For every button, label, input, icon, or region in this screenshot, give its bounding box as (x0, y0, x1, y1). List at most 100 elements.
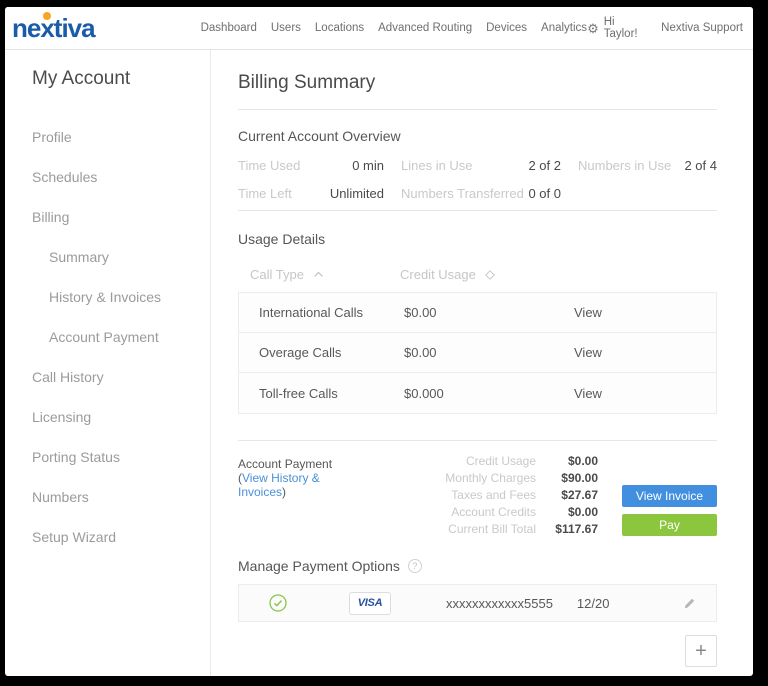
account-payment-text: Account Payment (238, 457, 333, 471)
sidebar-item-account-payment[interactable]: Account Payment (5, 317, 210, 357)
call-type-cell: Overage Calls (259, 345, 342, 360)
divider (238, 440, 717, 441)
view-link[interactable]: View (574, 305, 602, 320)
nav-users[interactable]: Users (271, 22, 301, 34)
credit-usage-cell: $0.00 (404, 305, 437, 320)
call-type-cell: Toll-free Calls (259, 385, 338, 401)
pay-button[interactable]: Pay (622, 514, 717, 536)
page-body: My Account Profile Schedules Billing Sum… (5, 50, 753, 676)
sidebar: My Account Profile Schedules Billing Sum… (5, 50, 211, 676)
credit-usage-cell: $0.000 (404, 385, 444, 401)
account-payment-section: Account Payment (View History & Invoices… (238, 455, 717, 536)
top-nav-links: Dashboard Users Locations Advanced Routi… (201, 22, 587, 34)
credit-usage-cell: $0.00 (404, 345, 437, 360)
top-right-group: ⚙ Hi Taylor! Nextiva Support (587, 16, 743, 40)
nextiva-logo-text: nextiva (12, 13, 96, 43)
sidebar-item-licensing[interactable]: Licensing (5, 397, 210, 437)
sidebar-item-numbers[interactable]: Numbers (5, 477, 210, 517)
billing-line-value: $117.67 (555, 522, 598, 536)
sort-ascending-icon (314, 271, 323, 277)
stat-time-used: Time Used 0 min (238, 157, 384, 174)
sidebar-item-billing[interactable]: Billing (5, 197, 210, 237)
sort-call-type[interactable]: Call Type (250, 267, 400, 282)
payment-buttons: View Invoice Pay (622, 455, 717, 536)
billing-line-label: Monthly Charges (445, 471, 536, 485)
table-row-overage-calls: Overage Calls $0.00 View (239, 333, 716, 373)
divider (238, 210, 717, 211)
view-link[interactable]: View (574, 386, 602, 401)
billing-totals: Credit Usage $0.00 Monthly Charges $90.0… (356, 455, 598, 536)
sidebar-item-setup-wizard[interactable]: Setup Wizard (5, 517, 210, 557)
sidebar-item-profile[interactable]: Profile (5, 117, 210, 157)
overview-heading: Current Account Overview (238, 128, 401, 144)
billing-line-value: $27.67 (561, 488, 598, 502)
sort-diamond-icon (484, 269, 495, 280)
user-menu[interactable]: ⚙ Hi Taylor! (587, 16, 643, 40)
stat-value: 0 min (352, 158, 384, 173)
usage-table-header: Call Type Credit Usage (238, 267, 717, 292)
card-number: xxxxxxxxxxxx5555 (446, 595, 553, 611)
sidebar-item-call-history[interactable]: Call History (5, 357, 210, 397)
stat-value: 0 of 0 (528, 186, 561, 201)
stat-label: Time Left (238, 186, 292, 201)
main-content: Billing Summary Current Account Overview… (211, 50, 753, 676)
billing-line-label: Taxes and Fees (451, 488, 536, 502)
sidebar-title: My Account (32, 68, 131, 89)
stat-numbers-transferred: Numbers Transferred 0 of 0 (401, 185, 561, 202)
billing-line-current-bill-total: Current Bill Total $117.67 (356, 523, 598, 536)
view-link[interactable]: View (574, 345, 602, 360)
credit-usage-column-label: Credit Usage (400, 267, 476, 282)
table-row-toll-free-calls: Toll-free Calls $0.000 View (239, 373, 716, 413)
sidebar-item-schedules[interactable]: Schedules (5, 157, 210, 197)
add-row: + (238, 635, 717, 667)
nextiva-logo-dot-icon (43, 12, 51, 20)
gear-icon[interactable]: ⚙ (587, 22, 599, 35)
nextiva-support-link[interactable]: Nextiva Support (661, 22, 743, 34)
paren-close: ) (282, 485, 287, 499)
top-nav-bar: nextiva Dashboard Users Locations Advanc… (5, 7, 753, 50)
billing-line-account-credits: Account Credits $0.00 (356, 506, 598, 519)
nav-advanced-routing[interactable]: Advanced Routing (378, 22, 472, 34)
nextiva-logo[interactable]: nextiva (12, 12, 96, 43)
billing-line-label: Account Credits (451, 505, 536, 519)
stat-value: 2 of 4 (684, 158, 717, 173)
nav-analytics[interactable]: Analytics (541, 22, 587, 34)
billing-line-label: Credit Usage (465, 454, 536, 468)
visa-logo: VISA (349, 591, 391, 615)
stat-numbers-in-use: Numbers in Use 2 of 4 (578, 157, 717, 174)
call-type-cell: International Calls (259, 305, 364, 320)
table-row-international-calls: International Calls $0.00 View (239, 293, 716, 333)
nav-dashboard[interactable]: Dashboard (201, 22, 257, 34)
stat-label: Lines in Use (401, 158, 473, 173)
call-type-column-label: Call Type (250, 267, 304, 282)
billing-line-taxes-fees: Taxes and Fees $27.67 (356, 489, 598, 502)
app-window: nextiva Dashboard Users Locations Advanc… (5, 7, 753, 676)
manage-payment-options-heading: Manage Payment Options (238, 558, 400, 574)
help-icon[interactable]: ? (407, 559, 422, 573)
usage-heading: Usage Details (238, 231, 326, 247)
edit-card-button[interactable] (683, 597, 696, 610)
billing-line-value: $90.00 (561, 471, 598, 485)
payment-method-row: VISA xxxxxxxxxxxx5555 12/20 (238, 584, 717, 622)
sidebar-item-billing-summary[interactable]: Summary (5, 237, 210, 277)
pencil-icon (684, 598, 695, 608)
greeting-label: Hi Taylor! (603, 16, 638, 40)
billing-line-value: $0.00 (567, 454, 598, 468)
nav-devices[interactable]: Devices (486, 22, 527, 34)
divider (238, 109, 717, 110)
sidebar-item-porting-status[interactable]: Porting Status (5, 437, 210, 477)
billing-line-credit-usage: Credit Usage $0.00 (356, 455, 598, 468)
add-payment-method-button[interactable]: + (685, 635, 717, 667)
account-payment-label: Account Payment (View History & Invoices… (238, 455, 356, 536)
stat-label: Time Used (238, 158, 301, 173)
nav-locations[interactable]: Locations (315, 22, 364, 34)
view-invoice-button[interactable]: View Invoice (622, 485, 717, 507)
page-title: Billing Summary (238, 72, 376, 93)
sort-credit-usage[interactable]: Credit Usage (400, 267, 495, 282)
stat-label: Numbers in Use (578, 158, 672, 173)
view-history-invoices-link[interactable]: View History & Invoices (238, 471, 320, 499)
selected-check-icon[interactable] (269, 594, 287, 612)
usage-table: International Calls $0.00 View Overage C… (238, 292, 717, 414)
sidebar-item-history-invoices[interactable]: History & Invoices (5, 277, 210, 317)
stat-lines-in-use: Lines in Use 2 of 2 (401, 157, 561, 174)
